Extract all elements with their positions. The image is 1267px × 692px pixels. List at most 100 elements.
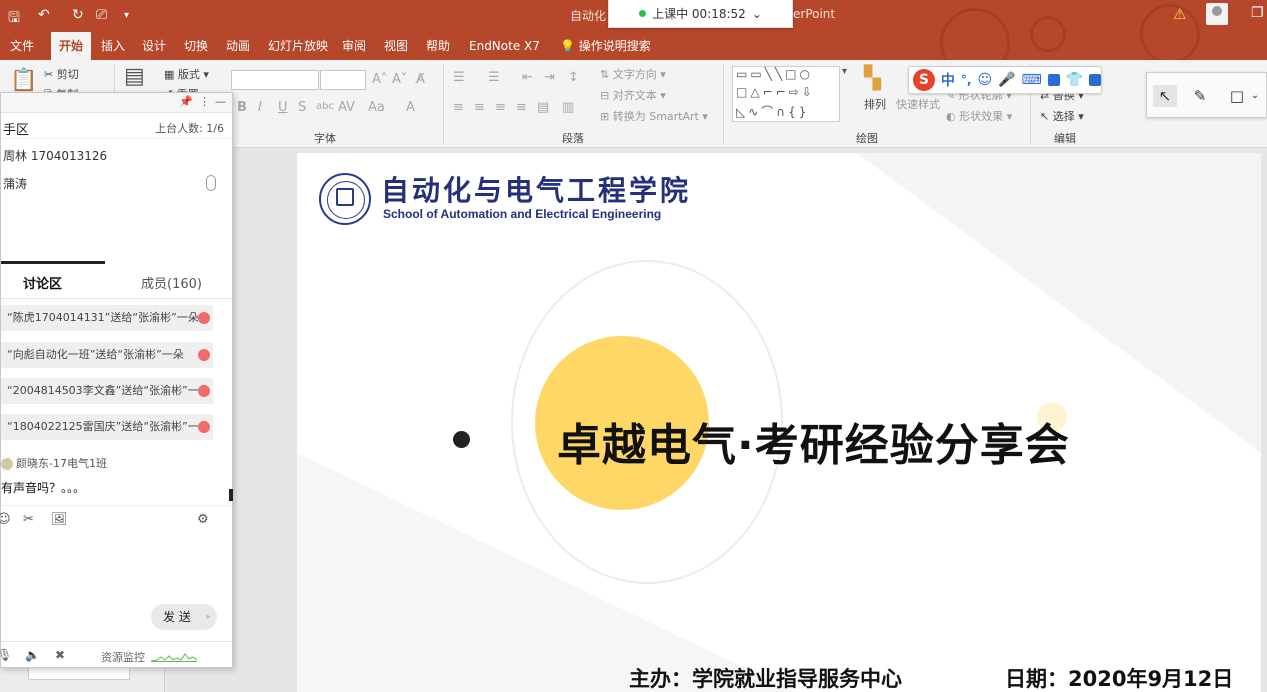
underline-icon[interactable]: U (278, 100, 288, 115)
quick-styles-label[interactable]: 快速样式 (896, 96, 940, 112)
justify-icon[interactable]: ≡ (516, 100, 527, 115)
resource-monitor-label[interactable]: 资源监控 (101, 649, 145, 665)
font-color-icon[interactable]: A (406, 100, 415, 115)
customize-quick-access-icon[interactable]: ▾ (124, 10, 129, 21)
shape-dropdown-icon[interactable]: ⌄ (1243, 85, 1267, 107)
save-icon[interactable]: 🖫 (8, 7, 20, 31)
document-title: 自动化 (570, 9, 607, 23)
new-slide-icon[interactable]: ▤ (124, 64, 145, 89)
class-timer[interactable]: 上课中 00:18:52 ⌄ (608, 0, 793, 28)
text-direction-button[interactable]: ⇅ 文字方向 ▾ (600, 66, 666, 82)
align-center-icon[interactable]: ≡ (474, 100, 485, 115)
increase-indent-icon[interactable]: ⇥ (544, 70, 555, 85)
bullet-dot (453, 431, 470, 448)
bullets-icon[interactable]: ☰ (453, 70, 465, 85)
present-icon[interactable]: ⎚ (96, 7, 107, 23)
cut-button[interactable]: ✂ 剪切 (44, 66, 79, 82)
microphone-icon[interactable] (206, 175, 216, 191)
date-text[interactable]: 日期：2020年9月12日 (1005, 663, 1233, 692)
redo-icon[interactable]: ↻ (72, 7, 84, 23)
tab-endnote[interactable]: EndNote X7 (461, 32, 548, 60)
grow-font-icon[interactable]: A˄ (372, 72, 387, 87)
strikethrough-icon[interactable]: abc (316, 101, 334, 112)
avatar[interactable] (1206, 3, 1228, 25)
italic-icon[interactable]: I (258, 100, 262, 115)
gallery-more-icon[interactable]: ▾ (842, 66, 847, 77)
select-icon: ↖ (1040, 110, 1053, 123)
toolbox-icon[interactable] (1089, 74, 1102, 86)
align-left-icon[interactable]: ≡ (453, 100, 464, 115)
line-spacing-icon[interactable]: ↕ (568, 70, 579, 85)
tab-view[interactable]: 视图 (376, 32, 416, 60)
distributed-icon[interactable]: ▤ (537, 100, 549, 115)
screenshot-icon[interactable]: ✂ (23, 512, 34, 527)
emoji-icon[interactable]: ☺ (0, 512, 11, 527)
tab-members[interactable]: 成员(160) (141, 273, 202, 292)
slide-title[interactable]: 卓越电气·考研经验分享会 (557, 409, 1070, 473)
arrange-label[interactable]: 排列 (864, 96, 886, 112)
skin-icon[interactable]: 👕 (1066, 72, 1083, 88)
slide-canvas[interactable]: 自动化与电气工程学院 School of Automation and Elec… (297, 153, 1261, 692)
tab-slideshow[interactable]: 幻灯片放映 (260, 32, 336, 60)
clear-format-icon[interactable]: A̸ (416, 72, 425, 87)
paragraph-group-label: 段落 (562, 132, 584, 145)
sogou-logo-icon[interactable]: S (913, 69, 935, 91)
member-item[interactable]: 周林 1704013126 (3, 147, 107, 164)
ime-toolbar[interactable]: S 中 °, ☺ 🎤 ⌨ 👕 (908, 66, 1102, 94)
decrease-indent-icon[interactable]: ⇤ (522, 70, 533, 85)
numbering-icon[interactable]: ☰ (488, 70, 500, 85)
font-family-combo[interactable] (231, 70, 319, 90)
mute-all-icon[interactable]: ✖ (55, 648, 65, 662)
tab-discussion[interactable]: 讨论区 (23, 273, 62, 292)
paste-icon[interactable]: 📋 (10, 68, 37, 93)
tab-insert[interactable]: 插入 (93, 32, 133, 60)
keyboard-icon[interactable]: ⌨ (1021, 72, 1041, 88)
panel-header[interactable]: 📌 ⋮ — (1, 93, 232, 113)
select-button[interactable]: ↖ 选择 ▾ (1040, 108, 1084, 124)
more-icon[interactable]: ⋮ (199, 95, 210, 108)
tab-help[interactable]: 帮助 (418, 32, 458, 60)
change-case-icon[interactable]: Aa (368, 100, 385, 115)
speaker-icon[interactable]: 🔈 (25, 648, 40, 662)
send-button[interactable]: 发 送 ▸ (151, 604, 217, 630)
tab-file[interactable]: 文件 (2, 32, 42, 60)
char-spacing-icon[interactable]: AV (338, 100, 355, 115)
bold-icon[interactable]: B (237, 100, 247, 115)
user-icon[interactable] (1047, 74, 1060, 86)
tab-animations[interactable]: 动画 (218, 32, 258, 60)
undo-icon[interactable]: ↶ (38, 7, 50, 23)
tell-me-search[interactable]: 💡 操作说明搜索 (552, 32, 659, 60)
layout-button[interactable]: ▦ 版式 ▾ (164, 66, 209, 82)
tab-home[interactable]: 开始 (51, 32, 92, 60)
emoji-icon[interactable]: ☺ (977, 72, 992, 88)
mic-toggle-icon[interactable]: 🎙 (0, 648, 12, 662)
send-options-icon[interactable]: ▸ (206, 604, 211, 630)
pin-icon[interactable]: 📌 (179, 95, 193, 108)
font-size-combo[interactable] (320, 70, 366, 90)
ime-mode[interactable]: 中 (941, 70, 955, 90)
shrink-font-icon[interactable]: A˅ (392, 72, 407, 87)
align-right-icon[interactable]: ≡ (495, 100, 506, 115)
tab-transitions[interactable]: 切换 (176, 32, 216, 60)
tab-design[interactable]: 设计 (134, 32, 174, 60)
shape-effects-button[interactable]: ◐ 形状效果 ▾ (946, 108, 1012, 124)
text-direction-label: 文字方向 (612, 68, 657, 81)
pointer-tool-icon[interactable]: ↖ (1153, 85, 1177, 107)
organizer-text[interactable]: 主办：学院就业指导服务中心 (629, 663, 902, 692)
member-item[interactable]: 蒲涛 (3, 175, 27, 192)
scrollbar[interactable] (229, 489, 233, 501)
restore-window-icon[interactable]: ❐ (1251, 5, 1264, 21)
voice-icon[interactable]: 🎤 (998, 72, 1015, 88)
minimize-icon[interactable]: — (215, 95, 226, 108)
image-icon[interactable]: 🖼 (51, 512, 68, 527)
text-shadow-icon[interactable]: S (298, 100, 306, 115)
smartart-button[interactable]: ⊞ 转换为 SmartArt ▾ (600, 108, 708, 124)
ime-punctuation[interactable]: °, (961, 73, 972, 87)
columns-icon[interactable]: ▥ (562, 100, 574, 115)
settings-icon[interactable]: ⚙ (197, 512, 209, 527)
pen-tool-icon[interactable]: ✎ (1188, 85, 1212, 107)
align-text-button[interactable]: ⊟ 对齐文本 ▾ (600, 87, 666, 103)
tab-review[interactable]: 审阅 (334, 32, 374, 60)
shapes-gallery[interactable]: ▭▭╲╲□○ □△⌐⌐⇨⇩ ◺∿⌒∩{} (732, 66, 840, 122)
arrange-icon[interactable]: ▚ (864, 66, 881, 91)
